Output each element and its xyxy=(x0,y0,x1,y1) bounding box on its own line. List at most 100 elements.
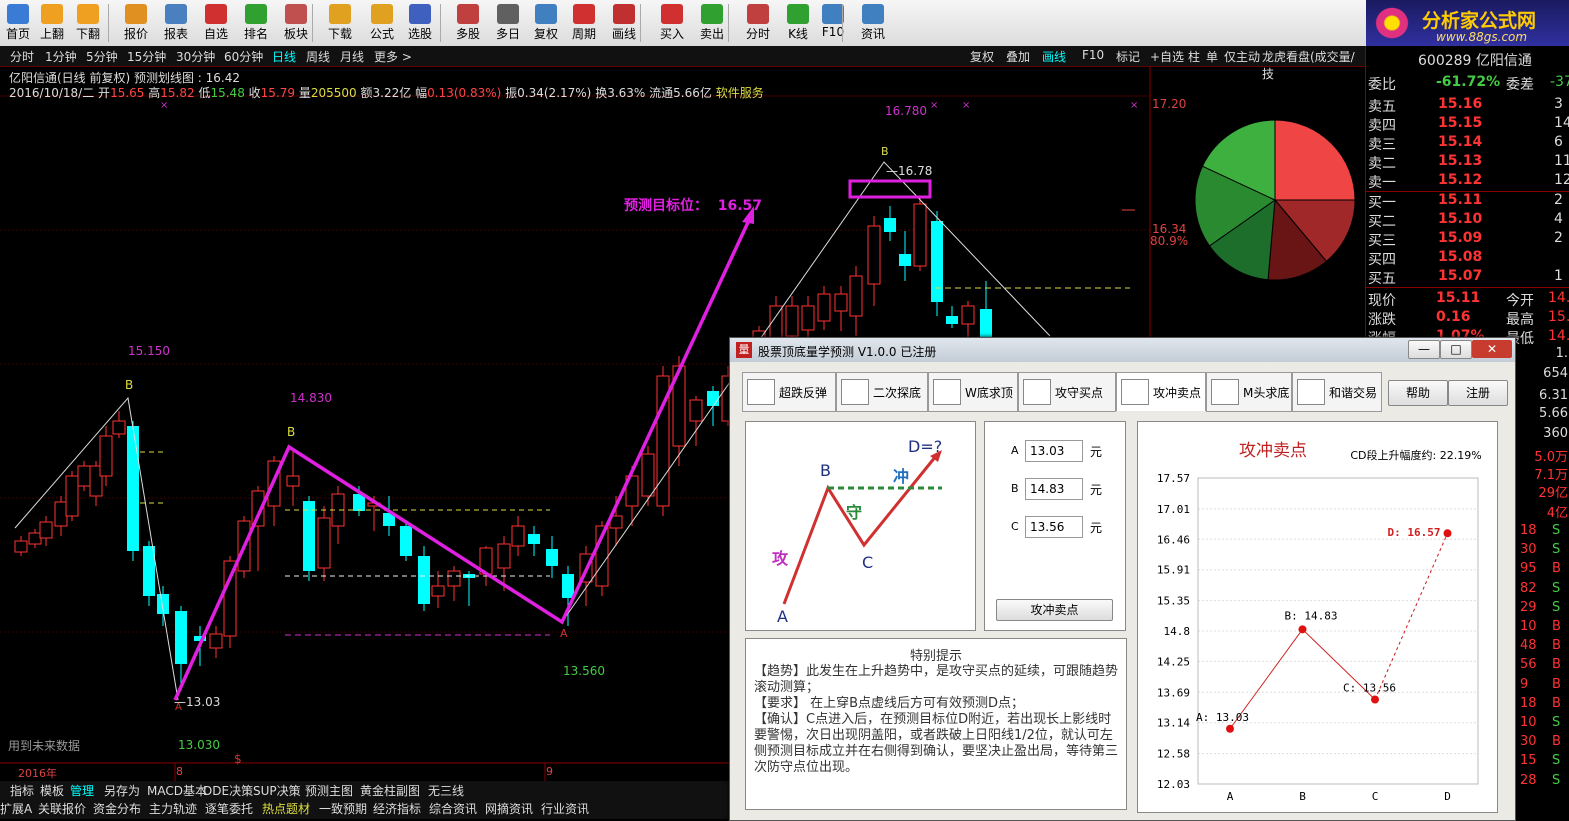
dialog-titlebar: 量 股票顶底量学预测 V1.0.0 已注册 — □ ✕ xyxy=(730,338,1515,362)
chart-option-button[interactable]: 仅主动 xyxy=(1224,48,1260,65)
info-tab[interactable]: 扩展A xyxy=(0,800,32,817)
chart-option-button[interactable]: 画线 xyxy=(1042,48,1066,65)
toolbar-f8-button[interactable]: 周期 xyxy=(566,2,602,44)
result-chart: 17.57 17.01 16.46 15.91 15.35 14.8 14.25 13.69 1… xyxy=(1157,441,1482,803)
result-chart-panel: 17.57 17.01 16.46 15.91 15.35 14.8 14.25 13.69 1… xyxy=(1137,421,1498,813)
price-input[interactable]: 13.03 xyxy=(1025,440,1083,462)
news-icon xyxy=(862,4,884,24)
toolbar-fx-button[interactable]: 公式 xyxy=(364,2,400,44)
toolbar-pen-button[interactable]: 画线 xyxy=(606,2,642,44)
chart-option-button[interactable]: 柱 xyxy=(1188,48,1200,65)
toolbar-kline-button[interactable]: K线 xyxy=(780,2,816,44)
order-level: 卖三 xyxy=(1368,137,1396,153)
help-button[interactable]: 帮助 xyxy=(1388,380,1448,406)
info-tab[interactable]: 网摘资讯 xyxy=(485,800,533,817)
toolbar-download-button[interactable]: 下载 xyxy=(322,2,358,44)
period-tab[interactable]: 15分钟 xyxy=(127,48,166,65)
chart-option-button[interactable]: 叠加 xyxy=(1006,48,1030,65)
period-tab[interactable]: 5分钟 xyxy=(86,48,118,65)
side-value: 29亿 xyxy=(1538,486,1568,501)
tick-volume: 18 xyxy=(1520,695,1537,711)
candle-body xyxy=(39,521,53,539)
toolbar-f10-button[interactable]: F10 xyxy=(815,2,851,44)
chart-option-button[interactable]: F10 xyxy=(1082,48,1104,62)
info-tab[interactable]: 主力轨迹 xyxy=(149,800,197,817)
toolbar-label: 板块 xyxy=(283,27,308,41)
info-tab[interactable]: 经济指标 xyxy=(373,800,421,817)
toolbar-arrow-up-button[interactable]: 上翻 xyxy=(34,2,70,44)
info-tab[interactable]: 资金分布 xyxy=(93,800,141,817)
toolbar-mountain-button[interactable]: 多股 xyxy=(450,2,486,44)
side-value: 7.1万 xyxy=(1534,468,1568,483)
toolbar-clock-button[interactable]: 多日 xyxy=(490,2,526,44)
period-tab[interactable]: 日线 xyxy=(272,48,296,65)
tick-side: S xyxy=(1552,580,1561,596)
info-tab[interactable]: 逐笔委托 xyxy=(205,800,253,817)
tab-pattern[interactable]: 攻守买点 xyxy=(1018,372,1116,412)
price-input[interactable]: 13.56 xyxy=(1025,516,1083,538)
calc-button[interactable]: 攻冲卖点 xyxy=(996,599,1113,621)
toolbar-buy-button[interactable]: 买入 xyxy=(654,2,690,44)
period-tab[interactable]: 1分钟 xyxy=(45,48,77,65)
tick-side: S xyxy=(1552,715,1561,730)
result-point-label: B: 14.83 xyxy=(1285,609,1338,622)
info-tab[interactable]: 关联报价 xyxy=(38,800,86,817)
register-button[interactable]: 注册 xyxy=(1448,380,1508,406)
candle-body xyxy=(317,517,331,569)
period-tab[interactable]: 分时 xyxy=(10,48,34,65)
order-level: 买五 xyxy=(1368,271,1396,287)
period-tab[interactable]: 月线 xyxy=(340,48,364,65)
toolbar-label: 多股 xyxy=(455,27,480,41)
chart-option-button[interactable]: +自选 xyxy=(1150,48,1184,65)
tick-side: S xyxy=(1552,523,1561,538)
toolbar-sell-button[interactable]: 卖出 xyxy=(694,2,730,44)
toolbar-yen-button[interactable]: 报价 xyxy=(118,2,154,44)
minimize-button[interactable]: — xyxy=(1408,340,1440,359)
toolbar-restore-button[interactable]: 复权 xyxy=(528,2,564,44)
info-tab[interactable]: 一致预期 xyxy=(319,800,367,817)
toolbar-report-button[interactable]: 报表 xyxy=(158,2,194,44)
period-tab[interactable]: 60分钟 xyxy=(224,48,263,65)
toolbar-grid-button[interactable]: 板块 xyxy=(278,2,314,44)
candle-body xyxy=(431,585,445,597)
sector[interactable]: 软件服务 xyxy=(716,86,764,100)
info-tab[interactable]: 热点题材 xyxy=(262,800,310,817)
maximize-button[interactable]: □ xyxy=(1440,340,1472,359)
toolbar-arrow-down-button[interactable]: 下翻 xyxy=(70,2,106,44)
toolbar-home-button[interactable]: 首页 xyxy=(0,2,36,44)
y-tick-label: 12.03 xyxy=(1157,778,1190,791)
tab-pattern[interactable]: 二次探底 xyxy=(836,372,928,412)
tab-pattern[interactable]: 和谐交易 xyxy=(1292,372,1382,412)
info-tab[interactable]: 综合资讯 xyxy=(429,800,477,817)
label-b3: B xyxy=(881,145,889,158)
tick-side: S xyxy=(1552,599,1561,615)
target-label: 预测目标位： 16.57 xyxy=(624,195,762,215)
close-button[interactable]: ✕ xyxy=(1472,340,1512,358)
field-label: C xyxy=(1011,520,1019,533)
tab-pattern[interactable]: 攻冲卖点 xyxy=(1116,372,1206,411)
open-label: 开 xyxy=(98,86,111,100)
period-tab[interactable]: 更多 > xyxy=(374,48,412,65)
toolbar-label: 周期 xyxy=(571,27,596,41)
price-input[interactable]: 14.83 xyxy=(1025,478,1083,500)
tick-volume: 10 xyxy=(1520,619,1537,634)
tab-pattern[interactable]: 超跌反弹 xyxy=(742,372,836,412)
toolbar-rank-button[interactable]: 排名 xyxy=(238,2,274,44)
chart-option-button[interactable]: 单 xyxy=(1206,48,1218,65)
turn-value: 3.63% xyxy=(607,86,646,100)
tab-pattern[interactable]: M头求底 xyxy=(1206,372,1292,412)
period-tab[interactable]: 30分钟 xyxy=(176,48,215,65)
prediction-dialog: 量 股票顶底量学预测 V1.0.0 已注册 — □ ✕ 帮助 注册 D=? B … xyxy=(729,337,1516,821)
toolbar-f6-button[interactable]: 自选 xyxy=(198,2,234,44)
toolbar-select-button[interactable]: 选股 xyxy=(402,2,438,44)
toolbar-timeline-button[interactable]: 分时 xyxy=(740,2,776,44)
tips-title: 特别提示 xyxy=(909,649,962,664)
candle-body xyxy=(112,420,126,435)
stat-value: 0.16 xyxy=(1436,309,1471,325)
toolbar-news-button[interactable]: 资讯 xyxy=(855,2,891,44)
chart-option-button[interactable]: 复权 xyxy=(970,48,994,65)
period-tab[interactable]: 周线 xyxy=(306,48,330,65)
chart-option-button[interactable]: 标记 xyxy=(1116,48,1140,65)
info-tab[interactable]: 行业资讯 xyxy=(541,800,589,817)
tab-pattern[interactable]: W底求顶 xyxy=(928,372,1018,412)
